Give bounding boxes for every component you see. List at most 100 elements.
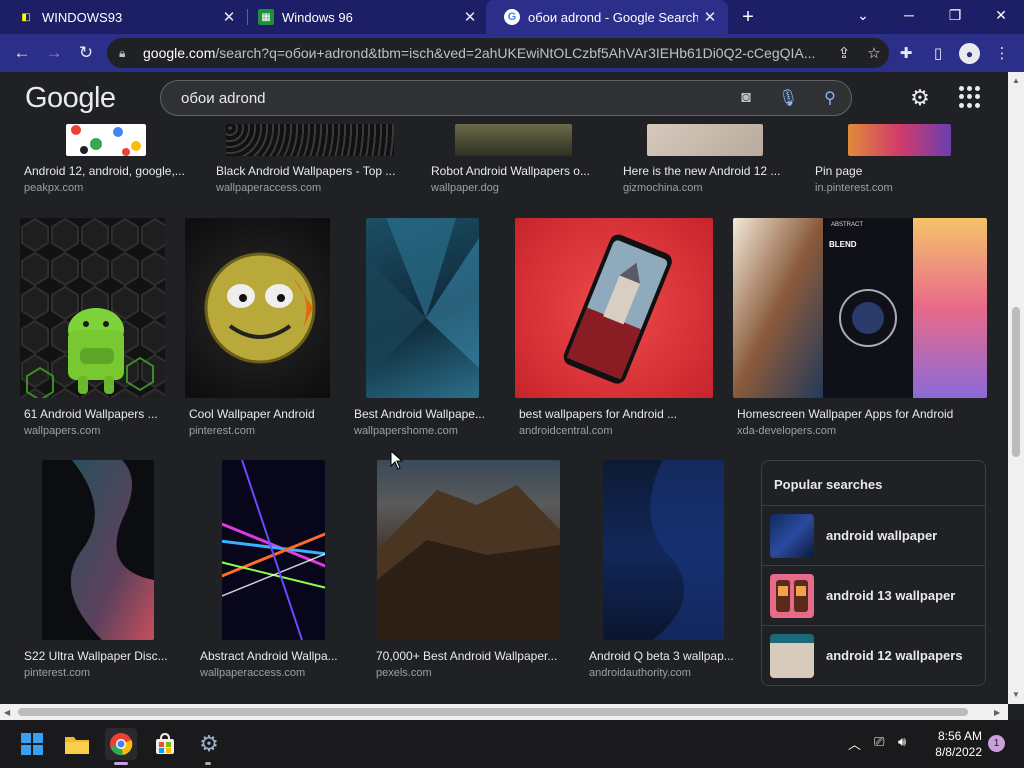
url-text[interactable]: google.com/search?q=обои+adrond&tbm=isch…	[143, 45, 829, 61]
result-source[interactable]: wallpaperaccess.com	[216, 182, 321, 194]
new-tab-icon[interactable]: +	[736, 5, 760, 29]
result-image-phone-castle[interactable]	[515, 218, 713, 398]
result-image-android-robot[interactable]	[20, 218, 165, 398]
result-caption[interactable]: Robot Android Wallpapers o...	[431, 164, 601, 178]
extensions-icon[interactable]: ✚	[894, 41, 918, 65]
camera-icon[interactable]: ◙	[725, 89, 767, 107]
tab-title: обои adrond - Google Search	[528, 9, 698, 25]
result-image-android-q[interactable]	[603, 460, 724, 640]
address-bar[interactable]: 🔒︎ google.com/search?q=обои+adrond&tbm=i…	[107, 38, 889, 68]
popular-search-item[interactable]: android wallpaper	[762, 505, 985, 565]
popular-thumb	[770, 573, 814, 618]
result-caption[interactable]: Android 12, android, google,...	[24, 164, 189, 178]
result-caption[interactable]: Best Android Wallpape...	[354, 407, 494, 421]
google-logo[interactable]: Google	[25, 82, 116, 115]
result-source[interactable]: androidauthority.com	[589, 667, 691, 679]
result-caption[interactable]: Abstract Android Wallpa...	[200, 649, 345, 663]
result-caption[interactable]: Here is the new Android 12 ...	[623, 164, 793, 178]
chrome-icon[interactable]	[105, 728, 137, 760]
result-source[interactable]: in.pinterest.com	[815, 182, 893, 194]
result-source[interactable]: pinterest.com	[24, 667, 90, 679]
start-windows-icon[interactable]	[16, 728, 48, 760]
tab-title: Windows 96	[282, 9, 353, 25]
share-icon[interactable]: ⇪	[829, 44, 859, 62]
result-caption[interactable]: best wallpapers for Android ...	[519, 407, 694, 421]
close-tab-icon[interactable]: ✕	[698, 5, 722, 29]
result-caption[interactable]: Cool Wallpaper Android	[189, 407, 339, 421]
search-icon[interactable]: ⚲	[809, 88, 851, 108]
volume-icon[interactable]: 🔊︎	[898, 734, 906, 750]
result-image[interactable]	[226, 124, 394, 156]
file-explorer-icon[interactable]	[61, 728, 93, 760]
back-icon[interactable]: ←	[8, 39, 36, 67]
result-source[interactable]: wallpaperaccess.com	[200, 667, 305, 679]
network-icon[interactable]: ⎚	[874, 734, 884, 750]
result-caption[interactable]: Black Android Wallpapers - Top ...	[216, 164, 406, 178]
popular-thumb	[770, 513, 814, 558]
close-tab-icon[interactable]: ✕	[217, 5, 241, 29]
popular-search-item[interactable]: android 13 wallpaper	[762, 565, 985, 625]
result-source[interactable]: androidcentral.com	[519, 425, 613, 437]
mouse-cursor-icon	[390, 450, 404, 470]
result-source[interactable]: xda-developers.com	[737, 425, 836, 437]
result-source[interactable]: pexels.com	[376, 667, 432, 679]
result-image-smiley[interactable]	[185, 218, 330, 398]
result-caption[interactable]: Android Q beta 3 wallpap...	[589, 649, 739, 663]
profile-avatar-icon[interactable]: ●	[959, 43, 980, 64]
result-image[interactable]	[66, 124, 146, 156]
google-apps-icon[interactable]	[959, 86, 981, 108]
result-caption[interactable]: Pin page	[815, 164, 935, 178]
show-hidden-icons-chevron-icon[interactable]: ︿	[848, 734, 861, 753]
notification-badge[interactable]: 1	[988, 735, 1005, 752]
scroll-left-arrow-icon[interactable]: ◀	[4, 708, 10, 717]
search-box[interactable]: обои adrond ◙ 🎙︎ ⚲	[160, 80, 852, 116]
vertical-scrollbar[interactable]: ▲ ▼	[1008, 72, 1024, 704]
tab-google-search[interactable]: G обои adrond - Google Search ✕	[486, 0, 728, 34]
minimize-icon[interactable]: ─	[886, 0, 932, 30]
result-source[interactable]: wallpapers.com	[24, 425, 100, 437]
search-input[interactable]: обои adrond	[181, 90, 725, 107]
menu-kebab-icon[interactable]: ⋮	[990, 41, 1014, 65]
settings-app-icon[interactable]: ⚙	[193, 728, 225, 760]
result-image[interactable]	[848, 124, 951, 156]
popular-search-label: android 13 wallpaper	[826, 588, 956, 603]
result-source[interactable]: peakpx.com	[24, 182, 83, 194]
result-image-homescreen-apps[interactable]: ABSTRACT BLEND	[733, 218, 987, 398]
vertical-scroll-thumb[interactable]	[1012, 307, 1020, 457]
horizontal-scroll-thumb[interactable]	[18, 708, 968, 716]
result-image-abstract-lines[interactable]	[222, 460, 325, 640]
microphone-icon[interactable]: 🎙︎	[767, 88, 809, 108]
result-caption[interactable]: S22 Ultra Wallpaper Disc...	[24, 649, 174, 663]
forward-icon[interactable]: →	[40, 39, 68, 67]
result-source[interactable]: wallpapershome.com	[354, 425, 458, 437]
reload-icon[interactable]: ↻	[72, 39, 100, 67]
tab-search-icon[interactable]: ⌄	[840, 0, 886, 30]
result-source[interactable]: wallpaper.dog	[431, 182, 499, 194]
result-image-blue-leaves[interactable]	[366, 218, 479, 398]
bookmark-star-icon[interactable]: ☆	[859, 44, 889, 62]
result-source[interactable]: pinterest.com	[189, 425, 255, 437]
result-image-s22-ultra[interactable]	[42, 460, 154, 640]
result-source[interactable]: gizmochina.com	[623, 182, 702, 194]
scroll-up-arrow-icon[interactable]: ▲	[1012, 76, 1020, 85]
close-window-icon[interactable]: ✕	[978, 0, 1024, 30]
result-caption[interactable]: 61 Android Wallpapers ...	[24, 407, 164, 421]
result-image[interactable]	[455, 124, 572, 156]
close-tab-icon[interactable]: ✕	[458, 5, 482, 29]
horizontal-scrollbar[interactable]: ◀ ▶	[0, 704, 1008, 720]
restore-icon[interactable]: ❐	[932, 0, 978, 30]
store-icon[interactable]	[149, 728, 181, 760]
side-panel-icon[interactable]: ▯	[926, 41, 950, 65]
scroll-down-arrow-icon[interactable]: ▼	[1012, 690, 1020, 699]
scroll-right-arrow-icon[interactable]: ▶	[994, 708, 1000, 717]
system-clock[interactable]: 8:56 AM 8/8/2022	[920, 728, 982, 760]
popular-search-item[interactable]: android 12 wallpapers	[762, 625, 985, 685]
settings-gear-icon[interactable]: ⚙	[907, 85, 933, 111]
result-caption[interactable]: Homescreen Wallpaper Apps for Android	[737, 407, 987, 421]
result-caption[interactable]: 70,000+ Best Android Wallpaper...	[376, 649, 566, 663]
result-image[interactable]	[647, 124, 763, 156]
tab-windows93[interactable]: ◧ WINDOWS93 ✕	[0, 0, 247, 34]
result-image-mountain[interactable]	[377, 460, 560, 640]
windows96-favicon: ▦	[258, 9, 274, 25]
tab-windows96[interactable]: ▦ Windows 96 ✕	[240, 0, 488, 34]
